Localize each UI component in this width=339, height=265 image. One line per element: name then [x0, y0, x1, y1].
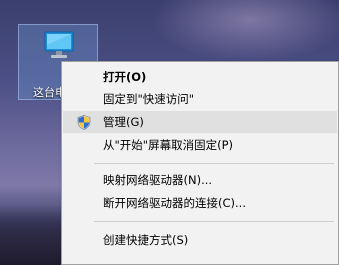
menu-separator	[94, 221, 334, 222]
menu-item-label: 从"开始"屏幕取消固定(P)	[103, 138, 233, 152]
context-menu: 打开(O) 固定到"快速访问" 管理(G) 从"开始"屏幕取消固定(P) 映射网…	[61, 61, 339, 265]
menu-item-label: 映射网络驱动器(N)...	[103, 173, 213, 187]
menu-item-label: 固定到"快速访问"	[103, 92, 195, 106]
menu-separator	[94, 163, 334, 164]
uac-shield-icon	[77, 115, 91, 130]
menu-item-pin-quick-access[interactable]: 固定到"快速访问"	[63, 88, 337, 110]
menu-item-open[interactable]: 打开(O)	[63, 66, 337, 88]
menu-item-map-network-drive[interactable]: 映射网络驱动器(N)...	[63, 169, 337, 191]
menu-item-unpin-start[interactable]: 从"开始"屏幕取消固定(P)	[63, 134, 337, 156]
menu-item-label: 创建快捷方式(S)	[103, 233, 189, 247]
computer-icon	[44, 31, 74, 58]
menu-item-manage[interactable]: 管理(G)	[63, 111, 337, 133]
menu-item-label: 断开网络驱动器的连接(C)...	[103, 196, 246, 210]
menu-item-label: 管理(G)	[103, 115, 144, 129]
menu-item-label: 打开(O)	[103, 70, 147, 84]
menu-item-create-shortcut[interactable]: 创建快捷方式(S)	[63, 229, 337, 251]
menu-item-disconnect-network-drive[interactable]: 断开网络驱动器的连接(C)...	[63, 192, 337, 214]
